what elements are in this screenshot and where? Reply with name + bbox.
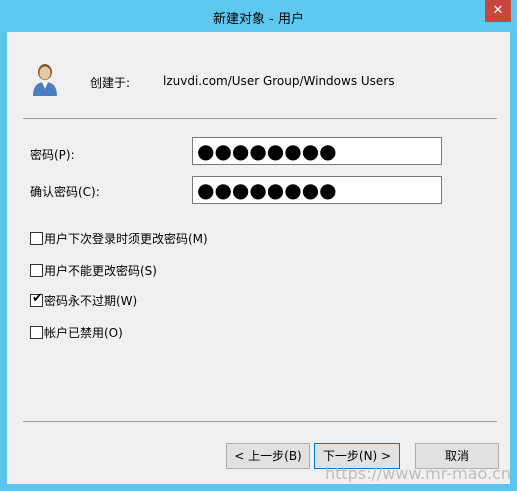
back-button[interactable]: < 上一步(B): [226, 443, 310, 469]
checkbox[interactable]: [30, 232, 43, 245]
dialog-body: 创建于: lzuvdi.com/User Group/Windows Users…: [7, 32, 510, 484]
created-in-path: lzuvdi.com/User Group/Windows Users: [163, 74, 395, 88]
user-icon: [33, 64, 57, 96]
password-field[interactable]: ●●●●●●●●: [192, 137, 442, 165]
close-button[interactable]: ✕: [485, 0, 511, 22]
confirm-password-field[interactable]: ●●●●●●●●: [192, 176, 442, 204]
watermark: https://www.mr-mao.cn: [324, 464, 511, 483]
checkbox-checked[interactable]: ✔: [30, 291, 43, 307]
checkmark-icon: ✔: [32, 291, 43, 306]
separator: [23, 421, 497, 422]
title-bar: 新建对象 - 用户 ✕: [0, 0, 517, 32]
option-label: 用户下次登录时须更改密码(M): [44, 232, 208, 246]
confirm-password-label: 确认密码(C):: [30, 185, 100, 199]
separator: [23, 118, 497, 119]
checkbox[interactable]: [30, 326, 43, 339]
option-label: 用户不能更改密码(S): [44, 264, 157, 278]
option-label: 密码永不过期(W): [44, 294, 138, 308]
checkbox[interactable]: [30, 264, 43, 277]
window-title: 新建对象 - 用户: [213, 12, 304, 27]
option-label: 帐户已禁用(O): [44, 326, 123, 340]
created-in-label: 创建于:: [90, 76, 131, 90]
password-label: 密码(P):: [30, 148, 75, 162]
